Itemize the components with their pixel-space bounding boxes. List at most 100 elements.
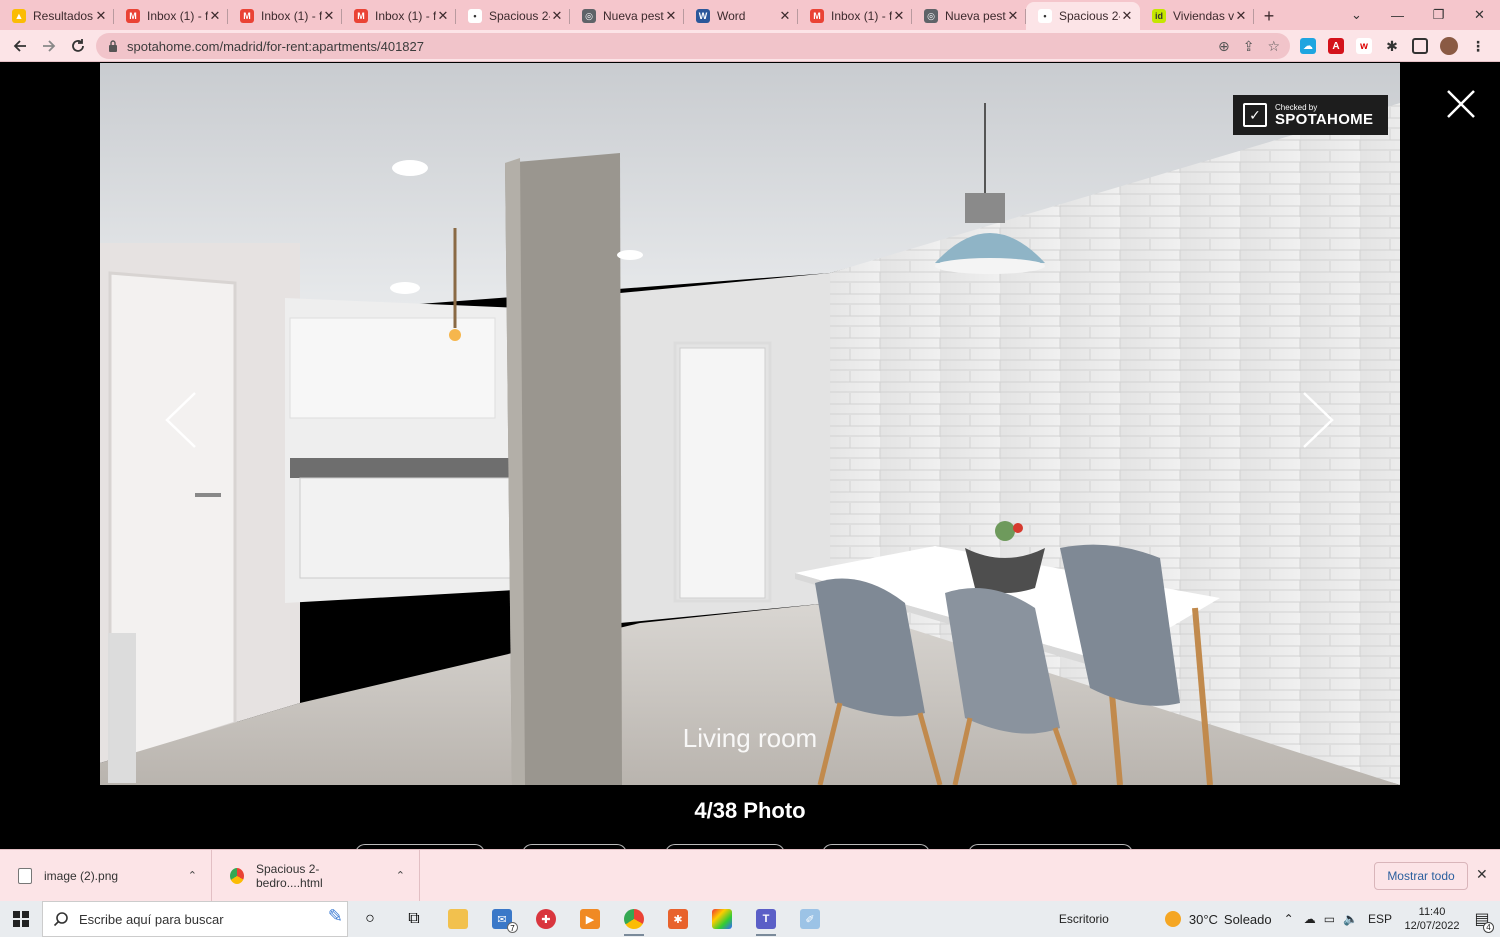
address-bar[interactable]: spotahome.com/madrid/for-rent:apartments… [96, 33, 1290, 59]
profile-avatar[interactable] [1440, 37, 1458, 55]
tab-close-icon[interactable]: ✕ [94, 8, 108, 24]
back-arrow-icon [13, 39, 26, 52]
tab-title: Resultados [33, 9, 94, 23]
tab-close-icon[interactable]: ✕ [1006, 8, 1020, 24]
app-button[interactable]: ✚ [524, 901, 568, 937]
bookmark-star-icon[interactable]: ☆ [1267, 38, 1280, 55]
close-downloads-icon[interactable]: ✕ [1476, 866, 1488, 883]
task-view-button[interactable]: ⧉ [392, 901, 436, 937]
gmail-icon: M [240, 9, 254, 23]
forward-arrow-icon [42, 39, 55, 52]
acrobat-extension-icon[interactable]: A [1328, 38, 1344, 54]
previous-photo-arrow-icon[interactable] [163, 391, 199, 449]
minimize-button[interactable]: — [1377, 0, 1418, 30]
browser-tab[interactable]: ◎ Nueva pest ✕ [912, 2, 1026, 30]
show-all-downloads-button[interactable]: Mostrar todo [1374, 862, 1468, 890]
temperature[interactable]: 30°C [1189, 912, 1218, 927]
browser-tab[interactable]: M Inbox (1) - f ✕ [228, 2, 342, 30]
download-item[interactable]: Spacious 2-bedro....html ⌃ [212, 849, 420, 902]
mail-button[interactable]: ✉ 7 [480, 901, 524, 937]
network-icon[interactable]: ▭ [1324, 912, 1335, 926]
tab-close-icon[interactable]: ✕ [664, 8, 678, 24]
menu-kebab-icon[interactable]: ⋮ [1470, 38, 1486, 54]
chrome-button[interactable] [612, 901, 656, 937]
clock[interactable]: 11:40 12/07/2022 [1400, 905, 1464, 933]
office-button[interactable]: ✱ [656, 901, 700, 937]
paint-button[interactable]: ✐ [788, 901, 832, 937]
search-placeholder: Escribe aquí para buscar [79, 911, 224, 927]
gmail-icon: M [810, 9, 824, 23]
browser-tab[interactable]: M Inbox (1) - f ✕ [342, 2, 456, 30]
volume-muted-icon[interactable]: 🔈 [1343, 912, 1358, 926]
puzzle-extensions-icon[interactable]: ✱ [1384, 38, 1400, 54]
start-button[interactable] [0, 901, 42, 937]
cloud-extension-icon[interactable]: ☁ [1300, 38, 1316, 54]
tab-title: Inbox (1) - f [261, 9, 322, 23]
tab-close-icon[interactable]: ✕ [1120, 8, 1134, 24]
tab-close-icon[interactable]: ✕ [892, 8, 906, 24]
zoom-icon[interactable]: ⊕ [1218, 38, 1230, 55]
forward-button[interactable] [34, 32, 63, 60]
tab-strip: ▲ Resultados ✕ M Inbox (1) - f ✕ M Inbox (1) - … [0, 0, 1500, 30]
desktop-toolbar-label[interactable]: Escritorio [1059, 912, 1109, 926]
file-explorer-button[interactable] [436, 901, 480, 937]
restore-button[interactable]: ❐ [1418, 0, 1459, 30]
browser-tab[interactable]: • Spacious 2- ✕ [1026, 2, 1140, 30]
downloads-bar: image (2).png ⌃ Spacious 2-bedro....html… [0, 849, 1500, 902]
search-icon [53, 912, 68, 927]
browser-tab[interactable]: W Word ✕ [684, 2, 798, 30]
chevron-up-icon[interactable]: ⌃ [396, 869, 405, 882]
tab-list: ▲ Resultados ✕ M Inbox (1) - f ✕ M Inbox (1) - … [0, 0, 1254, 30]
teams-button[interactable]: T [744, 901, 788, 937]
browser-toolbar: spotahome.com/madrid/for-rent:apartments… [0, 30, 1500, 62]
reload-button[interactable] [63, 32, 92, 60]
notifications-button[interactable]: ▤ 4 [1464, 909, 1500, 933]
close-viewer-icon[interactable] [1445, 88, 1477, 120]
browser-tab[interactable]: ▲ Resultados ✕ [0, 2, 114, 30]
tab-close-icon[interactable]: ✕ [1234, 8, 1248, 24]
idealista-icon: id [1152, 9, 1166, 23]
spotahome-icon: • [1038, 9, 1052, 23]
mcafee-extension-icon[interactable]: w [1356, 38, 1372, 54]
next-photo-arrow-icon[interactable] [1300, 391, 1336, 449]
google-ads-icon: ▲ [12, 9, 26, 23]
close-window-button[interactable]: ✕ [1459, 0, 1500, 30]
photos-button[interactable] [700, 901, 744, 937]
search-highlight-icon: ✎ [327, 906, 343, 926]
photo-counter: 4/38 Photo [694, 798, 806, 823]
new-tab-button[interactable]: + [1254, 2, 1284, 30]
back-button[interactable] [5, 32, 34, 60]
download-item[interactable]: image (2).png ⌃ [0, 849, 212, 902]
tab-title: Spacious 2- [1059, 9, 1120, 23]
image-file-icon [18, 867, 32, 884]
browser-tab[interactable]: M Inbox (1) - f ✕ [798, 2, 912, 30]
tab-search-button[interactable]: ⌄ [1336, 0, 1377, 30]
browser-tab[interactable]: id Viviendas v ✕ [1140, 2, 1254, 30]
browser-tab[interactable]: • Spacious 2- ✕ [456, 2, 570, 30]
language-indicator[interactable]: ESP [1368, 912, 1392, 926]
side-panel-icon[interactable] [1412, 38, 1428, 54]
cortana-button[interactable]: ○ [348, 901, 392, 937]
photos-icon [712, 909, 732, 929]
browser-tab[interactable]: M Inbox (1) - f ✕ [114, 2, 228, 30]
share-icon[interactable]: ⇪ [1243, 38, 1255, 55]
weather-text[interactable]: Soleado [1224, 912, 1272, 927]
taskbar-search-box[interactable]: Escribe aquí para buscar ✎ [42, 901, 348, 937]
play-icon: ▶ [580, 909, 600, 929]
tab-close-icon[interactable]: ✕ [208, 8, 222, 24]
onedrive-cloud-icon[interactable]: ☁ [1304, 912, 1316, 926]
tab-close-icon[interactable]: ✕ [778, 8, 792, 24]
globe-icon: ◎ [582, 9, 596, 23]
spotahome-icon: • [468, 9, 482, 23]
media-player-button[interactable]: ▶ [568, 901, 612, 937]
tab-close-icon[interactable]: ✕ [550, 8, 564, 24]
tab-close-icon[interactable]: ✕ [436, 8, 450, 24]
gmail-icon: M [354, 9, 368, 23]
chevron-up-icon[interactable]: ⌃ [1284, 912, 1294, 926]
browser-tab[interactable]: ◎ Nueva pest ✕ [570, 2, 684, 30]
tab-title: Nueva pest [945, 9, 1006, 23]
window-controls: ⌄ — ❐ ✕ [1336, 0, 1500, 30]
tab-close-icon[interactable]: ✕ [322, 8, 336, 24]
chevron-up-icon[interactable]: ⌃ [188, 869, 197, 882]
reload-icon [71, 38, 84, 52]
